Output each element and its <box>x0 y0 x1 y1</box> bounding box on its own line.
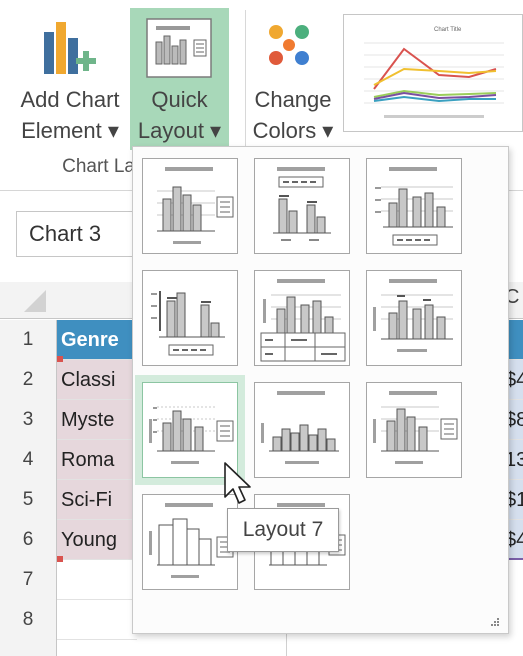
row-header-9[interactable] <box>0 640 57 656</box>
layout-5-icon <box>260 279 346 362</box>
layout-6-icon <box>373 279 453 352</box>
cell-a2[interactable]: Classi <box>57 360 137 400</box>
add-chart-element-label-1: Add Chart <box>20 87 120 112</box>
layout-9-thumbnail[interactable] <box>366 382 462 478</box>
change-colors-label-2: Colors ▾ <box>252 118 334 143</box>
layout-5-thumbnail[interactable] <box>254 270 350 366</box>
layout-9-icon <box>373 391 458 464</box>
cell-a8[interactable] <box>57 600 137 640</box>
quick-layout-label-1: Quick <box>151 87 208 112</box>
layout-10-thumbnail[interactable] <box>142 494 238 590</box>
select-all-corner-icon[interactable] <box>22 288 48 314</box>
preview-line-chart: Chart Title <box>364 27 504 118</box>
change-colors-button[interactable]: Change Colors ▾ <box>248 8 338 150</box>
layout-4-icon <box>151 291 225 356</box>
row-header-5[interactable]: 5 <box>0 480 57 520</box>
preview-title: Chart Title <box>434 27 462 33</box>
quick-layout-button[interactable]: Quick Layout ▾ <box>130 8 229 150</box>
cell-a7[interactable] <box>57 560 137 600</box>
cell-a4[interactable]: Roma <box>57 440 137 480</box>
layout-8-thumbnail[interactable] <box>254 382 350 478</box>
row-header-1[interactable]: 1 <box>0 320 57 360</box>
row-header-3[interactable]: 3 <box>0 400 57 440</box>
add-chart-element-button[interactable]: Add Chart Element ▾ <box>12 8 128 150</box>
layout-3-thumbnail[interactable] <box>366 158 462 254</box>
add-chart-element-label-2: Element ▾ <box>21 118 119 143</box>
cell-a3[interactable]: Myste <box>57 400 137 440</box>
quick-layout-label-2: Layout ▾ <box>137 118 222 143</box>
name-box[interactable]: Chart 3 <box>16 211 136 257</box>
layout-3-icon <box>375 167 453 246</box>
range-handle-bottom[interactable] <box>57 556 63 562</box>
layout-2-thumbnail[interactable] <box>254 158 350 254</box>
layout-8-icon <box>261 391 339 464</box>
mouse-pointer-icon <box>224 462 251 504</box>
layout-1-icon <box>157 167 234 244</box>
row-header-7[interactable]: 7 <box>0 560 57 600</box>
resize-grip-icon[interactable] <box>490 617 500 627</box>
cell-a5[interactable]: Sci-Fi <box>57 480 137 520</box>
layout-tooltip: Layout 7 <box>227 508 339 552</box>
row-header-4[interactable]: 4 <box>0 440 57 480</box>
quick-layout-icon <box>146 18 212 78</box>
row-header-8[interactable]: 8 <box>0 600 57 640</box>
change-colors-icon <box>269 25 309 65</box>
change-colors-label-1: Change <box>254 87 332 112</box>
row-header-2[interactable]: 2 <box>0 360 57 400</box>
layout-1-thumbnail[interactable] <box>142 158 238 254</box>
layout-10-icon <box>149 503 234 578</box>
cell-a1[interactable]: Genre <box>57 320 137 360</box>
add-chart-element-icon <box>44 22 96 74</box>
chart-layouts-group-label: Chart La <box>62 156 135 177</box>
row-header-6[interactable]: 6 <box>0 520 57 560</box>
chart-style-preview[interactable]: Chart Title <box>343 14 523 132</box>
range-handle-top[interactable] <box>57 356 63 362</box>
layout-4-thumbnail[interactable] <box>142 270 238 366</box>
layout-2-icon <box>273 167 331 241</box>
cell-a6[interactable]: Young <box>57 520 137 560</box>
layout-6-thumbnail[interactable] <box>366 270 462 366</box>
quick-layout-gallery <box>132 146 509 634</box>
